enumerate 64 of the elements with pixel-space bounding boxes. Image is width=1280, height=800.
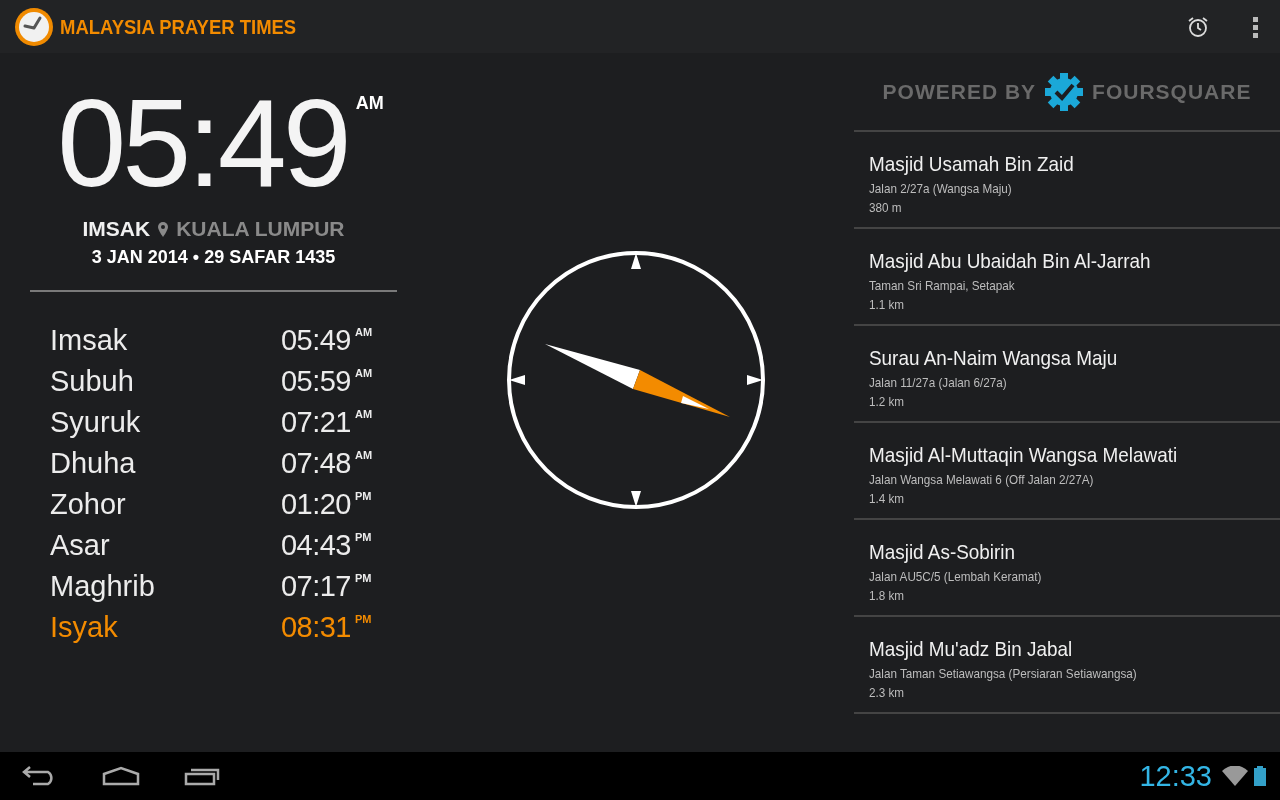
time-period: AM [355,93,384,115]
time-period: PM [355,572,373,584]
app-title: MALAYSIA PRAYER TIMES [60,14,297,39]
mosque-item[interactable]: Masjid Abu Ubaidah Bin Al-Jarrah Taman Sri Rampai, Setapak 1.1 km [854,229,1280,326]
prayer-time: 04:43 [280,529,351,562]
clock-logo-icon [14,6,54,47]
prayer-time: 07:48 [280,447,351,480]
mosque-item[interactable]: Surau An-Naim Wangsa Maju Jalan 11/27a (Jalan 6/27a) 1.2 km [854,326,1280,423]
mosque-address: Jalan 2/27a (Wangsa Maju) [869,181,1013,196]
prayer-time: 08:31 [280,611,351,644]
mosque-item[interactable]: Masjid Usamah Bin Zaid Jalan 2/27a (Wangsa Maju) 380 m [854,132,1280,229]
prayer-name: Subuh [50,365,135,398]
mosque-name: Masjid As-Sobirin [869,540,1016,564]
prayer-time: 05:49 [280,324,351,357]
prayer-time: 05:59 [280,365,351,398]
prayer-name: Dhuha [50,447,137,480]
mosque-address: Jalan Taman Setiawangsa (Persiaran Setiawangsa) [869,666,1138,681]
time-period: PM [355,531,373,543]
battery-icon [1254,766,1266,786]
mosque-item[interactable]: Masjid Mu'adz Bin Jabal Jalan Taman Setiawangsa (Persiaran Setiawangsa) 2.3 km [854,617,1280,714]
prayer-name: Asar [50,529,111,562]
location-pin-icon [158,221,169,237]
prayer-time: 07:17 [280,570,351,603]
mosque-distance: 1.8 km [869,588,906,603]
time-period: AM [355,367,374,379]
time-period: PM [355,490,373,502]
mosque-distance: 1.1 km [869,297,906,312]
time-period: AM [355,326,374,338]
prayer-label: IMSAK [82,217,151,241]
prayer-name: Maghrib [50,570,156,603]
mosque-distance: 380 m [869,200,903,215]
mosque-name: Masjid Al-Muttaqin Wangsa Melawati [869,443,1179,467]
mosque-name: Surau An-Naim Wangsa Maju [869,346,1119,370]
mosque-address: Jalan Wangsa Melawati 6 (Off Jalan 2/27A) [869,472,1095,487]
mosque-address: Taman Sri Rampai, Setapak [869,278,1016,293]
mosque-name: Masjid Usamah Bin Zaid [869,152,1075,176]
mosque-distance: 1.4 km [869,491,906,506]
mosque-item[interactable]: Masjid Al-Muttaqin Wangsa Melawati Jalan Wangsa Melawati 6 (Off Jalan 2/27A) 1.4 km [854,423,1280,520]
mosque-name: Masjid Abu Ubaidah Bin Al-Jarrah [869,249,1152,273]
prayer-time: 07:21 [280,406,351,439]
gear-check-icon [1044,71,1085,112]
mosque-address: Jalan AU5C/5 (Lembah Keramat) [869,569,1043,584]
mosque-distance: 1.2 km [869,394,906,409]
wifi-icon [1222,766,1248,786]
mosque-address: Jalan 11/27a (Jalan 6/27a) [869,375,1008,390]
home-icon[interactable] [102,766,140,786]
prayer-time: 01:20 [280,488,351,521]
mosque-name: Masjid Mu'adz Bin Jabal [869,637,1074,661]
time-period: PM [355,613,373,625]
status-time: 12:33 [1139,759,1212,793]
foursquare-label: FOURSQUARE [1092,79,1252,104]
prayer-name: Zohor [50,488,127,521]
date-label: 3 JAN 2014 • 29 SAFAR 1435 [90,247,337,268]
time-period: AM [355,408,374,420]
prayer-name: Imsak [50,324,129,357]
current-time: 05:49 [57,81,348,205]
powered-by-label: POWERED BY [882,79,1037,104]
location-label: KUALA LUMPUR [176,217,345,241]
time-period: AM [355,449,374,461]
prayer-name: Syuruk [50,406,142,439]
recent-apps-icon[interactable] [184,766,220,786]
prayer-name: Isyak [50,611,119,644]
mosque-distance: 2.3 km [869,685,906,700]
mosque-item[interactable]: Masjid As-Sobirin Jalan AU5C/5 (Lembah Keramat) 1.8 km [854,520,1280,617]
